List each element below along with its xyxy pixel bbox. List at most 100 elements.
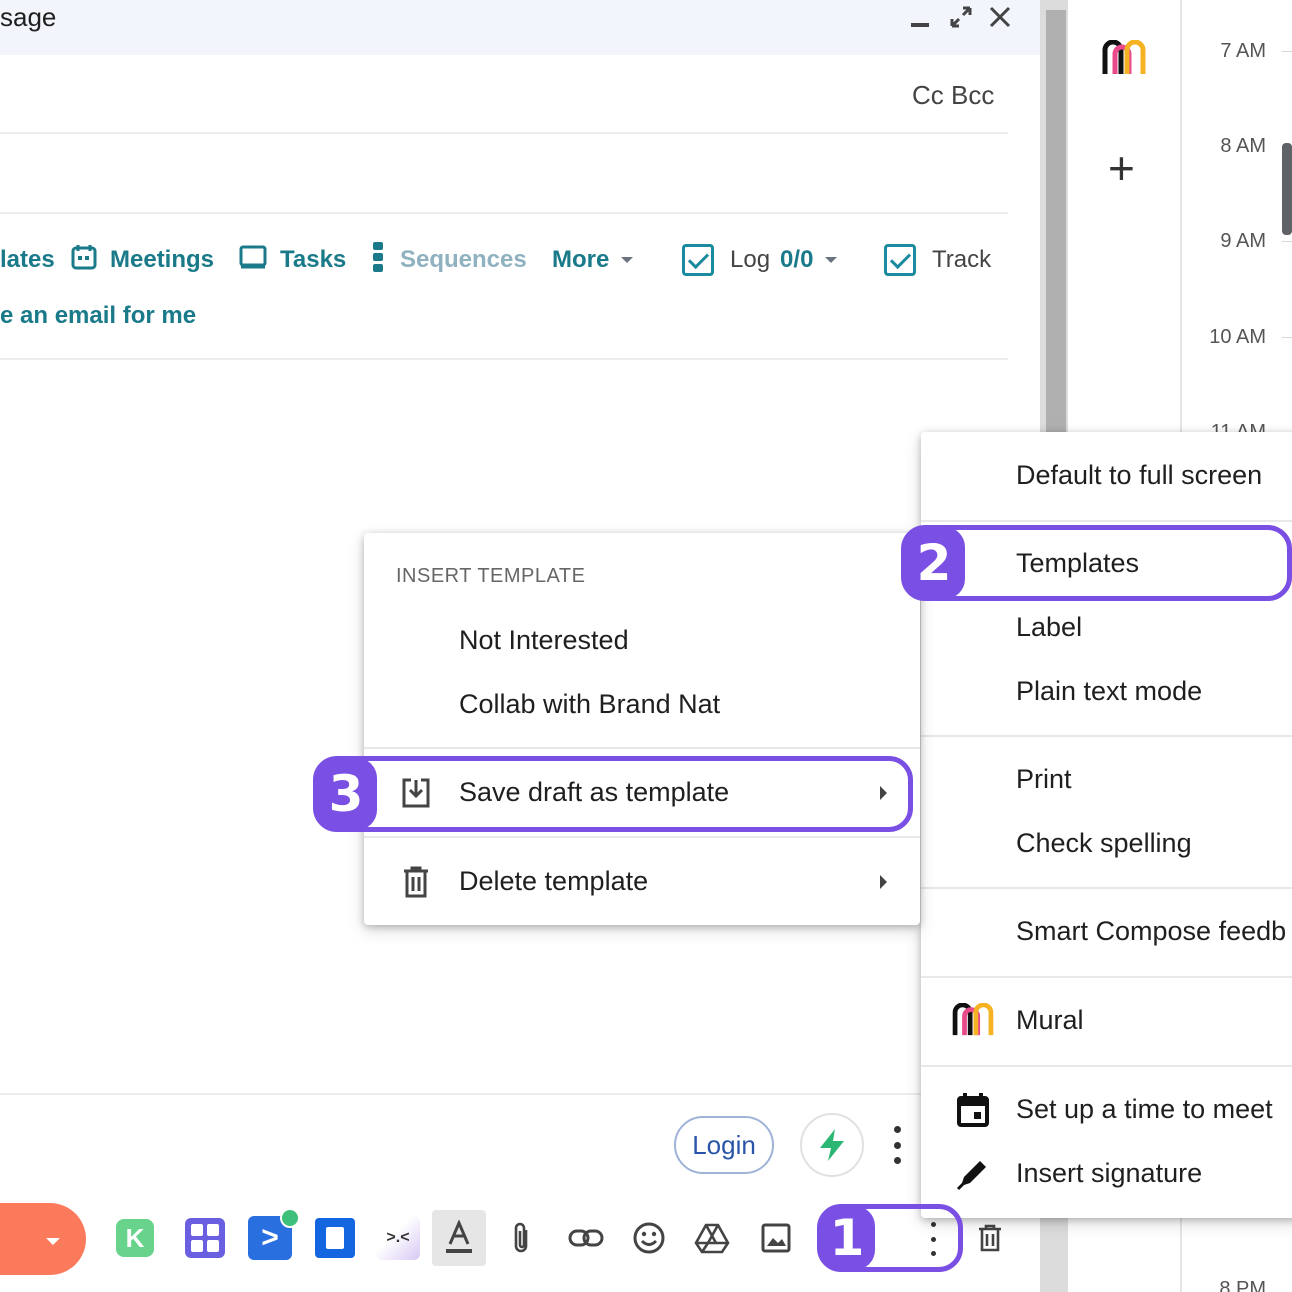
text-format-icon xyxy=(446,1220,472,1253)
log-checkbox-icon[interactable] xyxy=(682,244,714,276)
subject-divider xyxy=(0,212,1008,214)
hubspot-meetings-label: Meetings xyxy=(110,246,215,273)
calendar-time-label: 9 AM xyxy=(1220,230,1266,252)
menu-item-smart-compose-feedback[interactable]: Smart Compose feedb xyxy=(1016,916,1286,947)
hubspot-tasks[interactable]: Tasks xyxy=(238,238,346,282)
hubspot-toolbar: lates Meetings Tasks Sequences More Log … xyxy=(0,238,1010,282)
menu-item-label[interactable]: Label xyxy=(1016,612,1082,643)
menu-separator xyxy=(921,735,1292,737)
mural-icon xyxy=(1102,39,1146,74)
log-label: Log xyxy=(730,246,771,273)
caret-down-icon xyxy=(621,257,634,263)
step-3-badge: 3 xyxy=(315,758,377,830)
recipients-divider xyxy=(0,132,1008,134)
insert-photo-button[interactable] xyxy=(752,1214,800,1262)
attach-button[interactable] xyxy=(497,1214,545,1262)
menu-item-plain-text-mode[interactable]: Plain text mode xyxy=(1016,676,1202,707)
hubspot-track[interactable]: Track xyxy=(884,238,991,282)
link-icon xyxy=(568,1229,604,1247)
mural-icon xyxy=(951,998,995,1042)
insert-template-header: INSERT TEMPLATE xyxy=(396,565,586,587)
bolt-button[interactable] xyxy=(800,1113,864,1177)
menu-item-print[interactable]: Print xyxy=(1016,764,1072,795)
close-button[interactable] xyxy=(983,0,1017,34)
formatting-button[interactable] xyxy=(432,1210,486,1266)
insert-link-button[interactable] xyxy=(562,1214,610,1262)
templates-submenu: INSERT TEMPLATE Not Interested Collab wi… xyxy=(364,533,920,925)
menu-item-check-spelling[interactable]: Check spelling xyxy=(1016,828,1192,859)
arrow-extension-button[interactable]: > xyxy=(246,1208,300,1262)
step-2-badge: 2 xyxy=(903,527,965,599)
hubspot-more-dropdown[interactable]: More xyxy=(552,238,634,282)
calendar-time-label: 7 AM xyxy=(1220,40,1266,62)
track-checkbox-icon[interactable] xyxy=(884,244,916,276)
doc-extension-button[interactable] xyxy=(311,1214,359,1262)
grid-apps-icon xyxy=(185,1218,225,1258)
step-3-highlight xyxy=(313,756,913,832)
discard-draft-button[interactable] xyxy=(966,1214,1014,1262)
k-extension-button[interactable]: K xyxy=(111,1214,159,1262)
calendar-time-label: 10 AM xyxy=(1209,326,1266,348)
expand-icon xyxy=(950,6,972,28)
drive-icon xyxy=(694,1223,730,1254)
trash-icon xyxy=(979,1224,1001,1252)
step-1-badge: 1 xyxy=(819,1206,875,1270)
image-icon xyxy=(761,1223,791,1253)
bottom-divider xyxy=(0,1093,1008,1095)
sequences-icon xyxy=(368,241,388,280)
insert-drive-button[interactable] xyxy=(688,1214,736,1262)
calendar-time-label: 8 AM xyxy=(1220,135,1266,157)
insert-emoji-button[interactable] xyxy=(625,1214,673,1262)
submenu-separator xyxy=(364,836,920,838)
toolbar-divider xyxy=(0,358,1008,360)
minimize-icon xyxy=(911,23,929,27)
send-button[interactable] xyxy=(0,1203,86,1275)
template-item[interactable]: Not Interested xyxy=(459,625,629,656)
mural-app-button[interactable] xyxy=(1102,39,1146,81)
paperclip-icon xyxy=(514,1222,528,1253)
hubspot-templates-label: lates xyxy=(0,246,55,273)
hubspot-sequences-label: Sequences xyxy=(400,246,527,273)
calendar-scrollbar-thumb[interactable] xyxy=(1282,143,1292,235)
menu-item-insert-signature[interactable]: Insert signature xyxy=(1016,1158,1202,1189)
hubspot-ai-prompt[interactable]: e an email for me xyxy=(0,302,196,330)
log-count: 0/0 xyxy=(780,246,814,273)
send-options-caret-icon[interactable] xyxy=(46,1238,60,1245)
calendar-hour-line xyxy=(1282,241,1292,242)
menu-item-set-up-time[interactable]: Set up a time to meet xyxy=(1016,1094,1273,1125)
login-button[interactable]: Login xyxy=(674,1116,774,1174)
document-icon xyxy=(315,1218,355,1258)
menu-separator xyxy=(921,887,1292,889)
minimize-button[interactable] xyxy=(903,0,937,34)
check-badge-icon xyxy=(280,1208,300,1228)
delete-template[interactable]: Delete template xyxy=(459,866,648,897)
compose-header xyxy=(0,0,1040,55)
trash-icon xyxy=(394,860,438,904)
track-label: Track xyxy=(932,246,992,273)
menu-separator xyxy=(921,976,1292,978)
compose-scrollbar-thumb[interactable] xyxy=(1046,10,1066,470)
cc-bcc-toggle[interactable]: Cc Bcc xyxy=(912,80,994,111)
hubspot-meetings[interactable]: Meetings xyxy=(70,238,214,282)
expand-button[interactable] xyxy=(944,0,978,34)
add-addon-button[interactable]: + xyxy=(1108,145,1135,191)
hubspot-sequences[interactable]: Sequences xyxy=(368,238,527,282)
grid-extension-button[interactable] xyxy=(181,1214,229,1262)
close-icon xyxy=(989,6,1011,28)
submenu-arrow-icon xyxy=(880,875,887,889)
calendar-hour-line xyxy=(1282,337,1292,338)
caret-down-icon xyxy=(825,257,838,263)
calendar-time-label: 8 PM xyxy=(1219,1278,1266,1292)
hubspot-templates[interactable]: lates xyxy=(0,238,55,282)
k-icon: K xyxy=(116,1219,154,1257)
face-extension-button[interactable]: >.< xyxy=(374,1214,422,1262)
arrow-icon: > xyxy=(248,1208,300,1260)
hubspot-log[interactable]: Log 0/0 xyxy=(682,238,838,282)
extension-more-button[interactable] xyxy=(880,1122,914,1168)
calendar-hour-line xyxy=(1282,51,1292,52)
template-item[interactable]: Collab with Brand Nat xyxy=(459,689,720,720)
menu-item-default-full-screen[interactable]: Default to full screen xyxy=(1016,460,1262,491)
menu-separator xyxy=(921,520,1292,522)
menu-item-mural[interactable]: Mural xyxy=(1016,1005,1084,1036)
hubspot-more-label: More xyxy=(552,246,610,273)
